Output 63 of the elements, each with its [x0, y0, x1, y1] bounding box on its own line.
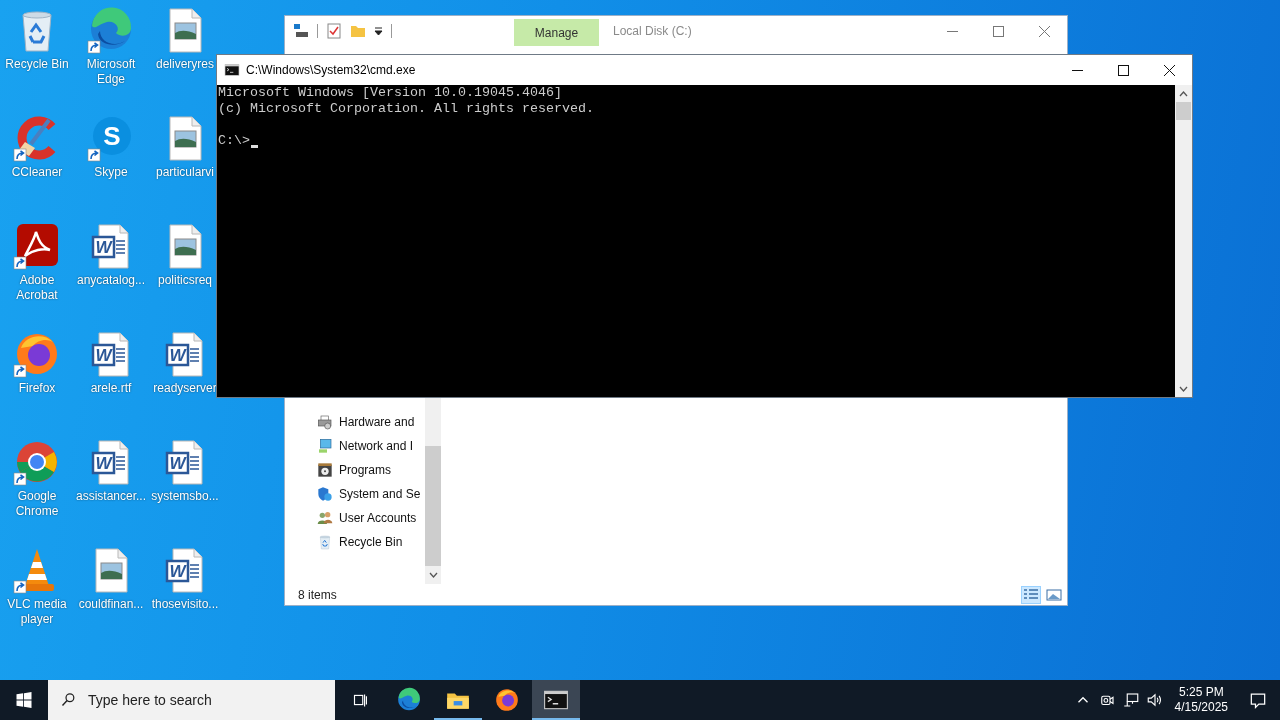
- shield-icon: [317, 486, 333, 502]
- icon-label[interactable]: Skype: [94, 165, 128, 180]
- window-title: Local Disk (C:): [613, 24, 692, 38]
- context-tab[interactable]: Manage: [514, 19, 599, 46]
- icon-label[interactable]: anycatalog...: [76, 273, 145, 288]
- icon-label[interactable]: Adobe Acrobat: [0, 273, 74, 303]
- icon-label[interactable]: VLC media player: [0, 597, 74, 627]
- icon-label[interactable]: couldfinan...: [78, 597, 144, 612]
- scrollbar[interactable]: [425, 398, 441, 584]
- console-line: Microsoft Windows [Version 10.0.19045.4046]: [218, 85, 562, 101]
- speaker-icon: [1145, 691, 1164, 709]
- maximize-icon: [1117, 64, 1129, 76]
- windows-logo-icon: [14, 690, 34, 710]
- icon-label[interactable]: CCleaner: [11, 165, 63, 180]
- computer-icon[interactable]: [293, 23, 309, 39]
- monitor-icon: [1121, 691, 1140, 709]
- text-cursor: [251, 145, 258, 148]
- terminal-icon: [224, 62, 240, 78]
- console-prompt: C:\>: [218, 133, 250, 149]
- search-field[interactable]: Type here to search: [48, 680, 335, 720]
- view-button[interactable]: [1021, 585, 1041, 604]
- icon-label[interactable]: Google Chrome: [0, 489, 74, 519]
- nav-item[interactable]: System and Se: [339, 487, 421, 501]
- icon-label[interactable]: assistancer...: [76, 489, 146, 504]
- fox-logo-icon: [494, 687, 520, 713]
- icon-label[interactable]: Microsoft Edge: [74, 57, 148, 87]
- icon-label[interactable]: particularvi: [156, 165, 214, 180]
- disc-box-icon: [317, 462, 333, 478]
- printer-icon: [317, 414, 333, 430]
- nav-item[interactable]: Programs: [339, 463, 391, 477]
- search-icon: [60, 691, 77, 708]
- icon-label[interactable]: arele.rtf: [90, 381, 132, 396]
- nav-item[interactable]: Hardware and: [339, 415, 415, 429]
- item-count: 8 items: [298, 587, 337, 602]
- scrollbar[interactable]: [1175, 85, 1192, 397]
- nav-item[interactable]: Network and I: [339, 439, 414, 453]
- icon-label[interactable]: thosevisito...: [151, 597, 219, 612]
- nav-item[interactable]: User Accounts: [339, 511, 417, 525]
- pdf-logo-icon[interactable]: [13, 222, 61, 270]
- close-icon: [1038, 25, 1050, 37]
- icon-label[interactable]: politicsreq: [158, 273, 212, 288]
- people-icon: [317, 510, 333, 526]
- close-icon: [1163, 64, 1175, 76]
- caret-icon[interactable]: [374, 26, 383, 36]
- icon-label[interactable]: deliveryres: [156, 57, 214, 72]
- maximize-icon: [992, 25, 1004, 37]
- trash-bin-icon: [317, 534, 333, 550]
- console-line: (c) Microsoft Corporation. All rights reserved.: [218, 101, 594, 117]
- monitor-icon: [317, 438, 333, 454]
- icon-label[interactable]: readyserver: [153, 381, 217, 396]
- taskbar-button[interactable]: [532, 680, 580, 720]
- window-title: C:\Windows\System32\cmd.exe: [246, 63, 416, 77]
- icon-label[interactable]: Recycle Bin: [5, 57, 69, 72]
- checklist-icon[interactable]: [326, 23, 342, 39]
- clock[interactable]: 5:25 PM 4/15/2025: [1166, 680, 1236, 720]
- scrollbar-thumb[interactable]: [1176, 102, 1191, 120]
- large-icons-view-icon: [1046, 587, 1062, 602]
- swirl-logo-icon: [396, 687, 422, 713]
- icon-label[interactable]: Firefox: [18, 381, 56, 396]
- scrollbar-thumb[interactable]: [425, 446, 441, 566]
- details-view-icon: [1023, 587, 1039, 602]
- icon-label[interactable]: systemsbo...: [151, 489, 219, 504]
- nav-item[interactable]: Recycle Bin: [339, 535, 403, 549]
